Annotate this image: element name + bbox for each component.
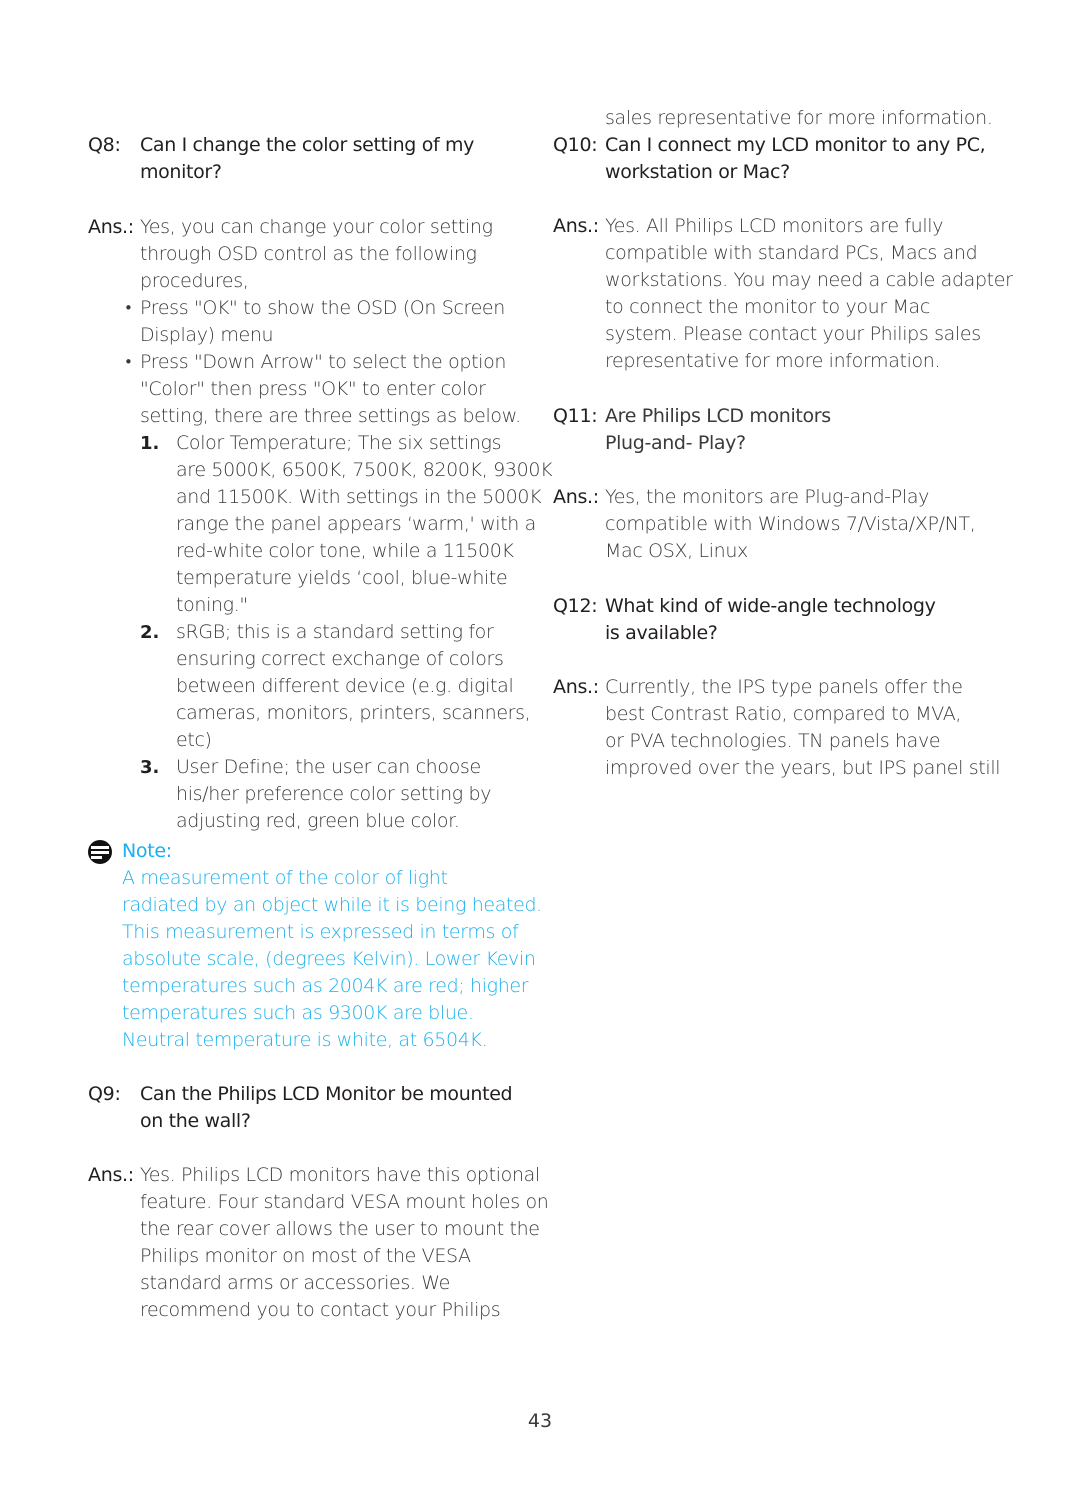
note-title: Note: bbox=[122, 840, 172, 862]
answer-line: through OSD control as the following bbox=[140, 243, 477, 265]
numbered-line: etc) bbox=[176, 729, 212, 751]
bullet-line: Press "OK" to show the OSD (On Screen bbox=[140, 297, 505, 319]
answer-line: recommend you to contact your Philips bbox=[140, 1299, 501, 1321]
question-line: What kind of wide-angle technology bbox=[605, 595, 936, 617]
numbered-line: Color Temperature; The six settings bbox=[176, 432, 502, 454]
question-label: Q9: bbox=[88, 1083, 121, 1105]
answer-label: Ans.: bbox=[553, 676, 599, 698]
question-label: Q11: bbox=[553, 405, 598, 427]
numbered-line: sRGB; this is a standard setting for bbox=[176, 621, 494, 643]
answer-line: best Contrast Ratio, compared to MVA, bbox=[605, 703, 962, 725]
question-label: Q12: bbox=[553, 595, 598, 617]
answer-line: Yes. Philips LCD monitors have this opti… bbox=[140, 1164, 540, 1186]
numbered-marker: 2. bbox=[140, 622, 160, 643]
note-line: radiated by an object while it is being … bbox=[122, 894, 542, 916]
bullet-line: Press "Down Arrow" to select the option bbox=[140, 351, 507, 373]
page-number: 43 bbox=[527, 1410, 553, 1432]
numbered-line: toning." bbox=[176, 594, 248, 616]
question-line: Plug-and- Play? bbox=[605, 432, 746, 454]
numbered-marker: 1. bbox=[140, 433, 160, 454]
question-line: Are Philips LCD monitors bbox=[605, 405, 831, 427]
answer-line: improved over the years, but IPS panel s… bbox=[605, 757, 1001, 779]
answer-line: representative for more information. bbox=[605, 350, 941, 372]
answer-line: to connect the monitor to your Mac bbox=[605, 296, 930, 318]
bullet-line: "Color" then press "OK" to enter color bbox=[140, 378, 486, 400]
question-line: monitor? bbox=[140, 161, 222, 183]
numbered-line: range the panel appears ‘warm,' with a bbox=[176, 513, 536, 535]
note-icon bbox=[88, 840, 112, 864]
question-line: workstation or Mac? bbox=[605, 161, 790, 183]
numbered-line: User Define; the user can choose bbox=[176, 756, 481, 778]
answer-line: procedures, bbox=[140, 270, 249, 292]
continuation-line: sales representative for more informatio… bbox=[605, 107, 993, 129]
note-line: Neutral temperature is white, at 6504K. bbox=[122, 1029, 488, 1051]
answer-line: compatible with standard PCs, Macs and bbox=[605, 242, 978, 264]
answer-line: feature. Four standard VESA mount holes … bbox=[140, 1191, 549, 1213]
answer-line: Yes, you can change your color setting bbox=[140, 216, 493, 238]
answer-line: or PVA technologies. TN panels have bbox=[605, 730, 941, 752]
question-line: on the wall? bbox=[140, 1110, 251, 1132]
bullet-marker: • bbox=[124, 353, 133, 371]
numbered-line: and 11500K. With settings in the 5000K bbox=[176, 486, 542, 508]
numbered-line: cameras, monitors, printers, scanners, bbox=[176, 702, 531, 724]
numbered-line: are 5000K, 6500K, 7500K, 8200K, 9300K bbox=[176, 459, 553, 481]
question-line: Can I connect my LCD monitor to any PC, bbox=[605, 134, 986, 156]
answer-line: Philips monitor on most of the VESA bbox=[140, 1245, 471, 1267]
note-line: temperatures such as 2004K are red; high… bbox=[122, 975, 529, 997]
numbered-line: his/her preference color setting by bbox=[176, 783, 492, 805]
question-label: Q8: bbox=[88, 134, 121, 156]
answer-line: compatible with Windows 7/Vista/XP/NT, bbox=[605, 513, 976, 535]
note-line: This measurement is expressed in terms o… bbox=[122, 921, 519, 943]
numbered-line: red-white color tone, while a 11500K bbox=[176, 540, 514, 562]
answer-line: Yes. All Philips LCD monitors are fully bbox=[605, 215, 944, 237]
numbered-line: between different device (e.g. digital bbox=[176, 675, 514, 697]
answer-line: Mac OSX, Linux bbox=[605, 540, 748, 562]
answer-line: standard arms or accessories. We bbox=[140, 1272, 450, 1294]
numbered-line: ensuring correct exchange of colors bbox=[176, 648, 504, 670]
answer-line: system. Please contact your Philips sale… bbox=[605, 323, 981, 345]
numbered-line: adjusting red, green blue color. bbox=[176, 810, 460, 832]
manual-page: Q8: Can I change the color setting of my… bbox=[0, 0, 1080, 1509]
answer-line: workstations. You may need a cable adapt… bbox=[605, 269, 1013, 291]
numbered-line: temperature yields ‘cool, blue-white bbox=[176, 567, 508, 589]
bullet-line: Display) menu bbox=[140, 324, 274, 346]
question-line: is available? bbox=[605, 622, 718, 644]
question-line: Can the Philips LCD Monitor be mounted bbox=[140, 1083, 513, 1105]
question-label: Q10: bbox=[553, 134, 598, 156]
bullet-marker: • bbox=[124, 299, 133, 317]
question-line: Can I change the color setting of my bbox=[140, 134, 475, 156]
answer-label: Ans.: bbox=[553, 215, 599, 237]
answer-label: Ans.: bbox=[88, 216, 134, 238]
answer-line: the rear cover allows the user to mount … bbox=[140, 1218, 540, 1240]
note-line: absolute scale, (degrees Kelvin). Lower … bbox=[122, 948, 536, 970]
note-line: temperatures such as 9300K are blue. bbox=[122, 1002, 474, 1024]
answer-label: Ans.: bbox=[553, 486, 599, 508]
answer-label: Ans.: bbox=[88, 1164, 134, 1186]
answer-line: Currently, the IPS type panels offer the bbox=[605, 676, 963, 698]
note-line: A measurement of the color of light bbox=[122, 867, 448, 889]
answer-line: Yes, the monitors are Plug-and-Play bbox=[605, 486, 930, 508]
numbered-marker: 3. bbox=[140, 757, 160, 778]
bullet-line: setting, there are three settings as bel… bbox=[140, 405, 521, 427]
